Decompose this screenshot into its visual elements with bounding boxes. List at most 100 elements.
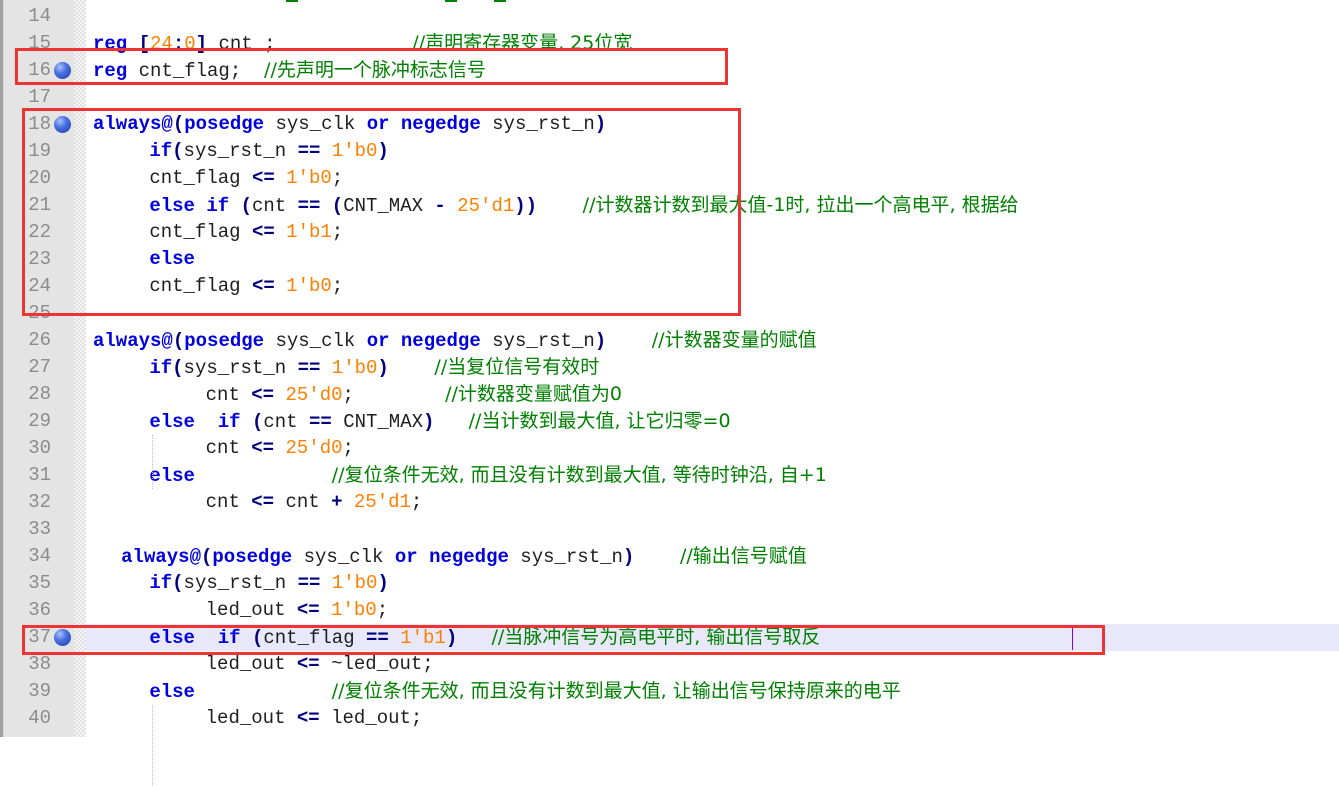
line-number: 23 (28, 248, 51, 270)
text-caret (1072, 626, 1073, 650)
code-text: led_out <= 1'b0; (206, 597, 388, 624)
identifier-token: cnt (263, 411, 309, 433)
code-line[interactable]: 23 else (0, 246, 1339, 273)
keyword-token: else (149, 627, 195, 649)
identifier-token: cnt_flag (263, 627, 366, 649)
keyword-token: if (217, 411, 241, 433)
code-line[interactable]: 29 else if (cnt == CNT_MAX) //当计数到最大值, 让它… (0, 408, 1339, 435)
code-line[interactable]: 28 cnt <= 25'd0; //计数器变量赋值为0 (0, 381, 1339, 408)
code-text: if(sys_rst_n == 1'b0) (149, 570, 388, 597)
operator-token: ] (195, 33, 208, 55)
code-line[interactable]: 30 cnt <= 25'd0; (0, 435, 1339, 462)
bookmark-icon[interactable] (54, 62, 71, 79)
code-line[interactable]: 34 always@(posedge sys_clk or negedge sys… (0, 543, 1339, 570)
code-line[interactable]: 21 else if (cnt == (CNT_MAX - 25'd1)) //计… (0, 192, 1339, 219)
comment-token: //复位条件无效, 而且没有计数到最大值, 让输出信号保持原来的电平 (331, 680, 901, 702)
identifier-token: ; (342, 437, 354, 459)
operator-token: ) (377, 140, 389, 162)
identifier-token (537, 195, 583, 217)
code-line[interactable]: 33 (0, 516, 1339, 543)
operator-token: ( (200, 546, 213, 568)
operator-token: ( (172, 113, 185, 135)
code-line[interactable]: 26 always@(posedge sys_clk or negedge sys… (0, 327, 1339, 354)
code-line[interactable]: 39 else //复位条件无效, 而且没有计数到最大值, 让输出信号保持原来的电… (0, 678, 1339, 705)
code-line[interactable]: 16 reg cnt_flag; //先声明一个脉冲标志信号 (0, 57, 1339, 84)
code-line[interactable]: 32 cnt <= cnt + 25'd1; (0, 489, 1339, 516)
code-line[interactable]: 38 led_out <= ~led_out; (0, 651, 1339, 678)
code-line[interactable]: 40 led_out <= led_out; (0, 705, 1339, 732)
identifier-token: sys_rst_n (480, 113, 595, 135)
code-line[interactable]: 17 (0, 84, 1339, 111)
comment-token: //复位条件无效, 而且没有计数到最大值, 等待时钟沿, 自+1 (331, 464, 827, 486)
keyword-token: else if (149, 195, 230, 217)
code-line[interactable]: 31 else //复位条件无效, 而且没有计数到最大值, 等待时钟沿, 自+1 (0, 462, 1339, 489)
code-text: always@(posedge sys_clk or negedge sys_r… (121, 543, 807, 571)
keyword-token: always@ (121, 546, 201, 568)
code-line[interactable]: 24 cnt_flag <= 1'b0; (0, 273, 1339, 300)
identifier-token: sys_rst_n (480, 330, 595, 352)
code-line[interactable]: 14 (0, 3, 1339, 30)
code-line[interactable]: 20 cnt_flag <= 1'b0; (0, 165, 1339, 192)
bookmark-icon[interactable] (54, 629, 71, 646)
keyword-token: if (149, 140, 173, 162)
operator-token: ) (377, 357, 389, 379)
identifier-token: sys_rst_n (508, 546, 623, 568)
identifier-token: led_out (205, 707, 297, 729)
identifier-token (343, 491, 354, 513)
keyword-token: else (149, 248, 195, 270)
code-line[interactable]: 37 else if (cnt_flag == 1'b1) //当脉冲信号为高电平… (0, 624, 1339, 651)
identifier-token: cnt_flag; (127, 60, 265, 82)
line-number: 14 (28, 5, 51, 27)
code-line[interactable]: 35 if(sys_rst_n == 1'b0) (0, 570, 1339, 597)
identifier-token: ; (342, 384, 446, 406)
code-editor[interactable]: 14 15 reg [24:0] cnt ; //声明寄存器变量, 25位宽 16 re… (0, 0, 1339, 786)
line-number: 32 (28, 491, 51, 513)
number-literal-token: 1'b1 (286, 221, 332, 243)
operator-token: [ (138, 33, 151, 55)
code-text: led_out <= led_out; (206, 705, 423, 732)
identifier-token (634, 546, 680, 568)
code-text: else //复位条件无效, 而且没有计数到最大值, 等待时钟沿, 自+1 (149, 462, 827, 490)
code-text: cnt_flag <= 1'b0; (149, 165, 343, 192)
keyword-token: or (394, 546, 418, 568)
line-number: 26 (28, 329, 51, 351)
number-literal-token: 1'b1 (400, 627, 446, 649)
code-line[interactable]: 22 cnt_flag <= 1'b1; (0, 219, 1339, 246)
number-literal-token: 25'd1 (457, 195, 515, 217)
keyword-token: else (149, 411, 195, 433)
operator-token: ( (172, 572, 184, 594)
code-line[interactable]: 25 (0, 300, 1339, 327)
line-13-partial (494, 0, 506, 2)
identifier-token: sys_clk (264, 330, 367, 352)
operator-token: ( (172, 357, 184, 379)
operator-token: <= (251, 221, 275, 243)
line-number: 30 (28, 437, 51, 459)
keyword-token: reg (93, 33, 128, 55)
line-number: 31 (28, 464, 51, 486)
number-literal-token: 25'd0 (285, 384, 343, 406)
code-line[interactable]: 19 if(sys_rst_n == 1'b0) (0, 138, 1339, 165)
code-text: reg [24:0] cnt ; //声明寄存器变量, 25位宽 (93, 30, 632, 58)
code-line[interactable]: 15 reg [24:0] cnt ; //声明寄存器变量, 25位宽 (0, 30, 1339, 57)
comment-token: //计数器变量的赋值 (651, 329, 817, 351)
line-number: 22 (28, 221, 51, 243)
identifier-token: led_out (205, 653, 297, 675)
line-number: 28 (28, 383, 51, 405)
identifier-token (274, 384, 285, 406)
line-number: 25 (28, 302, 51, 324)
identifier-token: led_out (205, 599, 297, 621)
code-line[interactable]: 18 always@(posedge sys_clk or negedge sys… (0, 111, 1339, 138)
line-number: 20 (28, 167, 51, 189)
identifier-token (389, 357, 435, 379)
line-number: 21 (28, 194, 51, 216)
comment-token: //输出信号赋值 (679, 545, 807, 567)
code-line[interactable]: 36 led_out <= 1'b0; (0, 597, 1339, 624)
comment-token: //当计数到最大值, 让它归零=0 (468, 410, 731, 432)
code-text: reg cnt_flag; //先声明一个脉冲标志信号 (93, 57, 486, 85)
line-number: 18 (28, 113, 51, 135)
code-line[interactable]: 27 if(sys_rst_n == 1'b0) //当复位信号有效时 (0, 354, 1339, 381)
operator-token: == (366, 627, 389, 649)
identifier-token: led_out; (319, 707, 423, 729)
identifier-token: CNT_MAX (343, 195, 435, 217)
bookmark-icon[interactable] (54, 116, 71, 133)
